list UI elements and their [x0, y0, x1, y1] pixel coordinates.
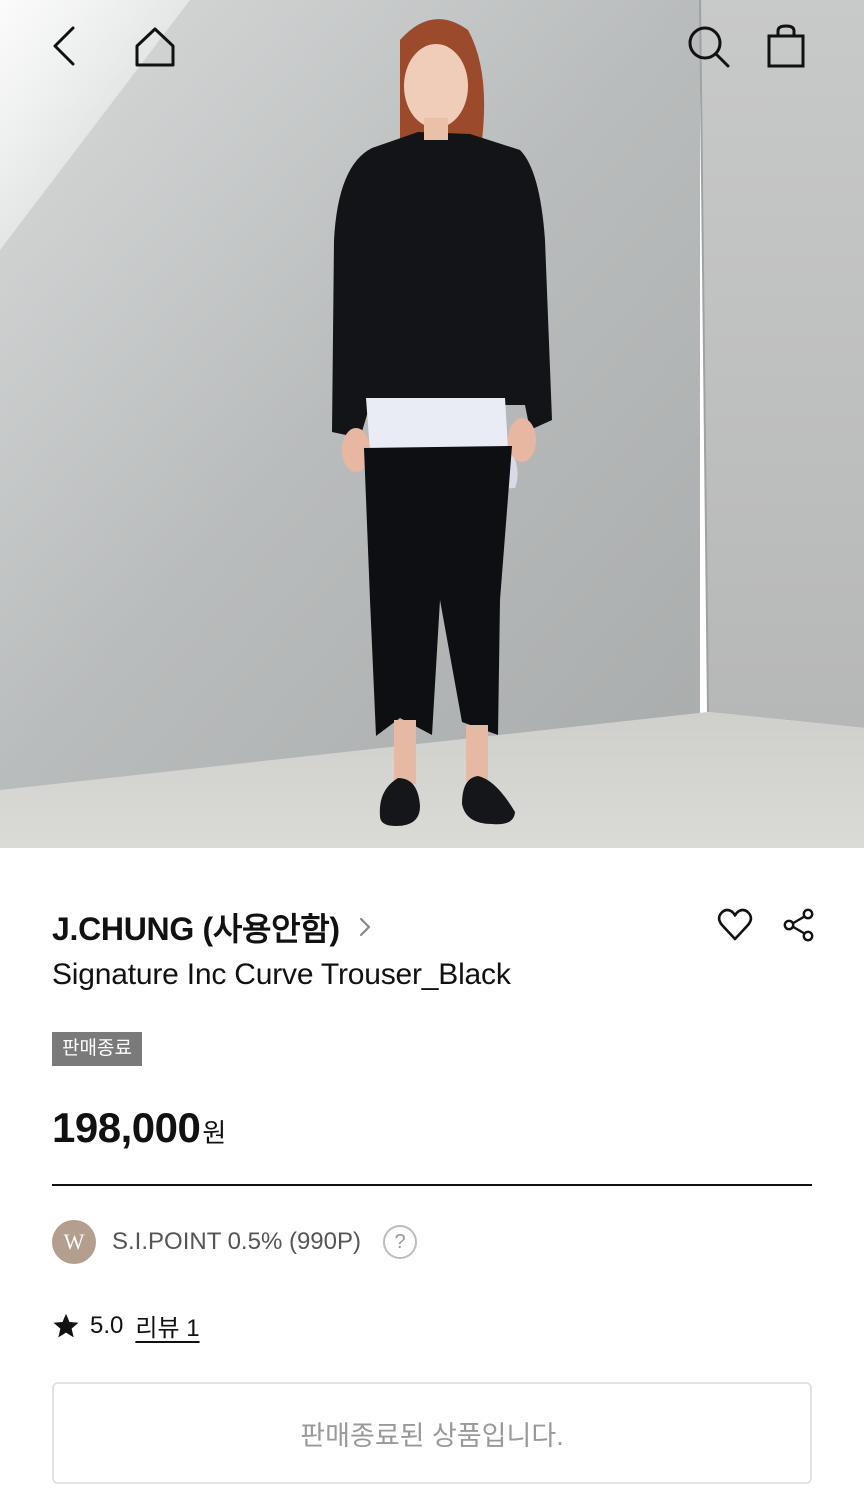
hero-photo [0, 0, 864, 848]
help-icon[interactable]: ? [383, 1225, 417, 1259]
chevron-right-icon [358, 915, 376, 939]
point-info: W S.I.POINT 0.5% (990P) ? [52, 1220, 417, 1264]
search-button[interactable] [682, 20, 734, 72]
rating-summary: 5.0 리뷰 1 [52, 1308, 200, 1343]
rating-value: 5.0 [90, 1311, 124, 1339]
point-badge-icon: W [52, 1220, 96, 1264]
price-divider [52, 1184, 812, 1186]
share-button[interactable] [780, 906, 818, 944]
cart-button[interactable] [760, 20, 812, 72]
product-hero-image [0, 0, 864, 848]
price-value: 198,000 [52, 1104, 201, 1151]
point-text: S.I.POINT 0.5% (990P) [112, 1228, 361, 1255]
heart-icon [717, 908, 753, 941]
price-currency: 원 [202, 1118, 227, 1148]
home-icon [135, 27, 175, 67]
brand-link[interactable]: J.CHUNG (사용안함) [52, 904, 376, 950]
back-button[interactable] [38, 20, 90, 72]
status-badge: 판매종료 [52, 1032, 142, 1066]
review-link[interactable]: 리뷰 1 [135, 1308, 199, 1343]
share-icon [783, 908, 814, 942]
chevron-left-icon [53, 26, 75, 66]
soldout-notice: 판매종료된 상품입니다. [52, 1382, 812, 1484]
search-icon [688, 26, 730, 68]
product-actions [716, 906, 818, 944]
product-title: Signature Inc Curve Trouser_Black [52, 958, 511, 991]
home-button[interactable] [129, 20, 181, 72]
star-icon [53, 1313, 79, 1337]
brand-name[interactable]: J.CHUNG (사용안함) [52, 904, 340, 950]
top-navigation-bar [0, 0, 864, 92]
shopping-bag-icon [767, 24, 805, 68]
wishlist-button[interactable] [716, 906, 754, 944]
price: 198,000 원 [52, 1104, 226, 1152]
